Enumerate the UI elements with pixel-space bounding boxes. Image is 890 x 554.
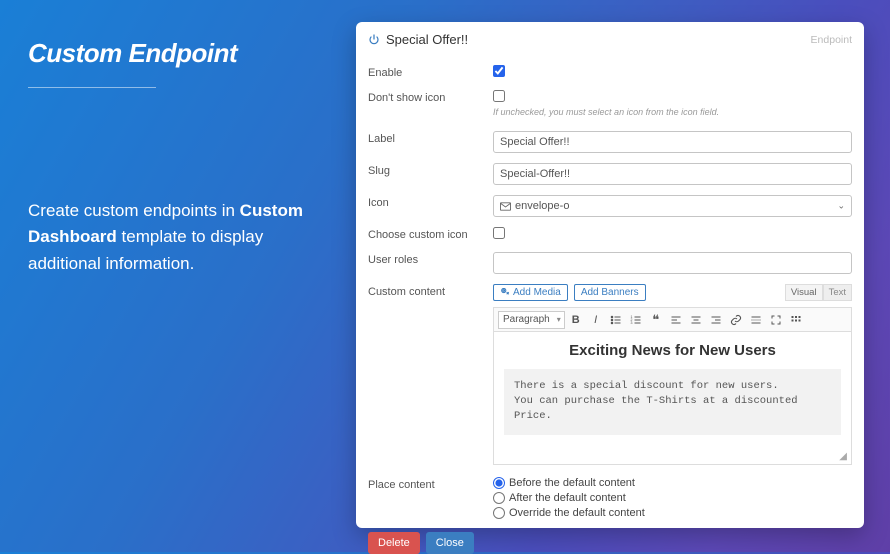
enable-label: Enable [368,65,493,79]
icon-select[interactable]: envelope-o ⌄ [493,195,852,217]
chevron-down-icon: ⌄ [837,201,845,212]
custom-content-label: Custom content [368,284,493,298]
add-media-button[interactable]: Add Media [493,284,568,301]
align-center-button[interactable] [687,311,705,329]
power-icon [368,34,380,46]
bullet-list-button[interactable] [607,311,625,329]
icon-label: Icon [368,195,493,209]
place-before-option[interactable]: Before the default content [493,477,852,489]
desc-pre: Create custom endpoints in [28,201,240,220]
close-button[interactable]: Close [426,532,474,554]
choose-custom-icon-checkbox[interactable] [493,227,505,239]
place-override-label: Override the default content [509,507,645,519]
page-description: Create custom endpoints in Custom Dashbo… [28,198,328,277]
label-field-label: Label [368,131,493,145]
content-preformatted: There is a special discount for new user… [504,369,841,435]
link-button[interactable] [727,311,745,329]
choose-custom-icon-label: Choose custom icon [368,227,493,241]
tab-visual[interactable]: Visual [785,284,823,301]
svg-text:3: 3 [630,321,632,325]
page-title: Custom Endpoint [28,38,328,69]
align-right-button[interactable] [707,311,725,329]
enable-checkbox[interactable] [493,65,505,77]
tab-text[interactable]: Text [823,284,852,301]
title-underline [28,87,156,88]
place-override-radio[interactable] [493,507,505,519]
content-heading: Exciting News for New Users [504,342,841,359]
add-media-label: Add Media [513,287,561,298]
fullscreen-button[interactable] [767,311,785,329]
content-line-1: There is a special discount for new user… [514,379,831,394]
bold-button[interactable]: B [567,311,585,329]
icon-select-value: envelope-o [515,200,569,212]
panel-title: Special Offer!! [386,32,468,47]
dont-show-icon-label: Don't show icon [368,90,493,104]
user-roles-input[interactable] [493,252,852,274]
place-before-radio[interactable] [493,477,505,489]
quote-button[interactable]: ❝ [647,311,665,329]
dont-show-icon-checkbox[interactable] [493,90,505,102]
place-after-label: After the default content [509,492,626,504]
add-banners-label: Add Banners [581,287,639,298]
editor-content-area[interactable]: Exciting News for New Users There is a s… [493,331,852,465]
numbered-list-button[interactable]: 123 [627,311,645,329]
place-after-option[interactable]: After the default content [493,492,852,504]
place-before-label: Before the default content [509,477,635,489]
place-content-label: Place content [368,477,493,491]
align-left-button[interactable] [667,311,685,329]
read-more-button[interactable] [747,311,765,329]
place-override-option[interactable]: Override the default content [493,507,852,519]
envelope-icon [500,202,511,211]
dont-show-icon-hint: If unchecked, you must select an icon fr… [493,107,852,117]
add-banners-button[interactable]: Add Banners [574,284,646,301]
slug-label: Slug [368,163,493,177]
slug-input[interactable] [493,163,852,185]
content-line-2: You can purchase the T-Shirts at a disco… [514,394,831,424]
italic-button[interactable]: I [587,311,605,329]
user-roles-label: User roles [368,252,493,266]
delete-button[interactable]: Delete [368,532,420,554]
place-after-radio[interactable] [493,492,505,504]
editor-toolbar: Paragraph B I 123 ❝ [493,307,852,331]
panel-type-tag: Endpoint [811,34,852,46]
resize-handle-icon[interactable]: ◢ [839,451,847,462]
label-input[interactable] [493,131,852,153]
endpoint-settings-panel: Special Offer!! Endpoint Enable Don't sh… [356,22,864,528]
paragraph-select[interactable]: Paragraph [498,311,565,329]
toolbar-toggle-button[interactable] [787,311,805,329]
